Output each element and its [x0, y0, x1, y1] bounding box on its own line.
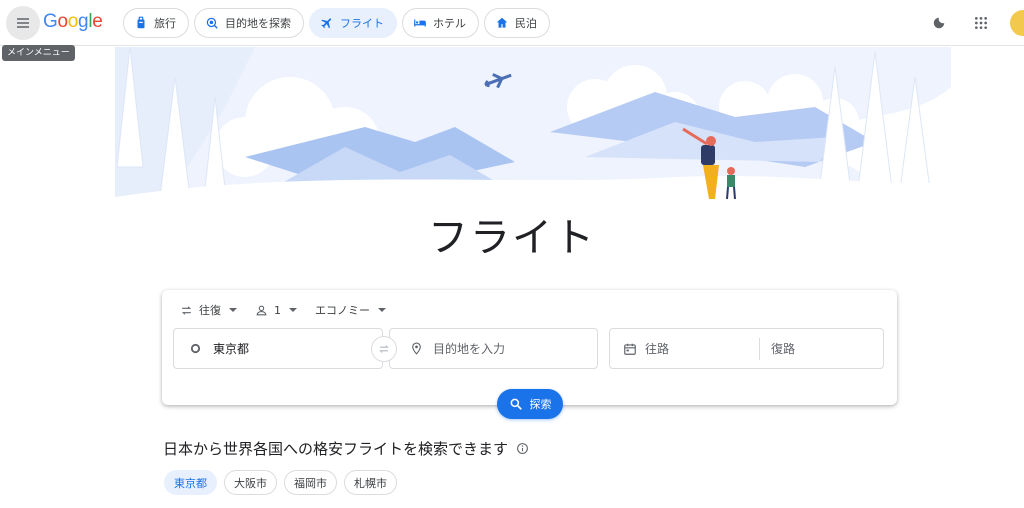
tab-label: 旅行: [154, 17, 176, 30]
moon-icon: [933, 17, 945, 29]
swap-locations-button[interactable]: [371, 336, 397, 362]
chevron-down-icon: [378, 308, 386, 312]
search-button[interactable]: 探索: [497, 389, 563, 419]
tab-hotels[interactable]: ホテル: [402, 8, 479, 38]
cabin-class-select[interactable]: エコノミー: [315, 302, 386, 318]
search-button-label: 探索: [529, 398, 552, 411]
google-apps-button[interactable]: [968, 10, 994, 36]
tab-label: ホテル: [433, 17, 466, 30]
logo-letter: G: [43, 11, 58, 32]
cabin-class-value: エコノミー: [315, 304, 370, 317]
departure-date-field[interactable]: 往路: [610, 329, 759, 368]
main-menu-button[interactable]: [6, 6, 40, 40]
swap-arrows-icon: [379, 345, 389, 353]
account-avatar[interactable]: [1010, 10, 1024, 36]
hero-illustration: [115, 47, 951, 222]
tab-label: 目的地を探索: [225, 17, 291, 30]
destination-input[interactable]: 目的地を入力: [389, 328, 598, 369]
page-title: フライト: [428, 215, 596, 261]
airplane-icon: [321, 18, 332, 29]
flight-search-card: 往復 1 エコノミー 東京都 目的地を入力 往路 復路: [162, 290, 897, 405]
google-logo[interactable]: Google: [43, 11, 103, 33]
cheap-flights-heading-text: 日本から世界各国への格安フライトを検索できます: [163, 440, 509, 458]
person-icon: [256, 305, 267, 315]
calendar-icon: [624, 343, 636, 355]
hamburger-menu-icon: [17, 18, 29, 28]
logo-letter: o: [57, 11, 68, 32]
cheap-flights-heading: 日本から世界各国への格安フライトを検索できます: [163, 438, 529, 459]
logo-letter: g: [78, 11, 89, 32]
passengers-value: 1: [274, 303, 281, 317]
tab-label: フライト: [340, 17, 384, 30]
header-actions: [926, 10, 1024, 36]
return-date-field[interactable]: 復路: [760, 340, 883, 357]
chip-tokyo[interactable]: 東京都: [164, 470, 217, 495]
chevron-down-icon: [229, 308, 237, 312]
chip-osaka[interactable]: 大阪市: [224, 470, 277, 495]
menu-tooltip: メインメニュー: [2, 45, 75, 61]
apps-grid-icon: [974, 16, 988, 30]
origin-city-chips: 東京都 大阪市 福岡市 札幌市: [164, 470, 397, 495]
hotel-bed-icon: [414, 19, 426, 27]
travel-bag-icon: [137, 16, 145, 29]
destination-placeholder: 目的地を入力: [433, 342, 506, 356]
house-icon: [496, 17, 508, 28]
tab-explore[interactable]: 目的地を探索: [194, 8, 304, 38]
search-icon: [510, 398, 522, 410]
top-app-bar: Google 旅行 目的地を探索 フライト ホテル 民泊: [0, 0, 1024, 46]
chip-sapporo[interactable]: 札幌市: [344, 470, 397, 495]
info-icon[interactable]: [516, 442, 529, 455]
trip-type-value: 往復: [199, 304, 221, 317]
round-trip-arrows-icon: [181, 305, 192, 315]
origin-input[interactable]: 東京都: [173, 328, 383, 369]
origin-value: 東京都: [213, 342, 250, 356]
tab-travel[interactable]: 旅行: [123, 8, 189, 38]
return-placeholder: 復路: [771, 342, 796, 356]
logo-letter: e: [92, 11, 103, 32]
date-range-input[interactable]: 往路 復路: [609, 328, 884, 369]
product-tabs: 旅行 目的地を探索 フライト ホテル 民泊: [123, 8, 550, 38]
tab-label: 民泊: [515, 17, 537, 30]
explore-icon: [206, 17, 218, 29]
search-options: 往復 1 エコノミー: [180, 302, 386, 318]
departure-placeholder: 往路: [645, 342, 670, 356]
tab-vacation-rentals[interactable]: 民泊: [484, 8, 550, 38]
origin-circle-icon: [190, 343, 201, 354]
chip-fukuoka[interactable]: 福岡市: [284, 470, 337, 495]
dark-mode-button[interactable]: [926, 10, 952, 36]
passengers-select[interactable]: 1: [255, 302, 297, 318]
location-pin-icon: [412, 342, 421, 355]
tab-flights[interactable]: フライト: [309, 8, 397, 38]
trip-type-select[interactable]: 往復: [180, 302, 237, 318]
chevron-down-icon: [289, 308, 297, 312]
logo-letter: o: [67, 11, 79, 32]
